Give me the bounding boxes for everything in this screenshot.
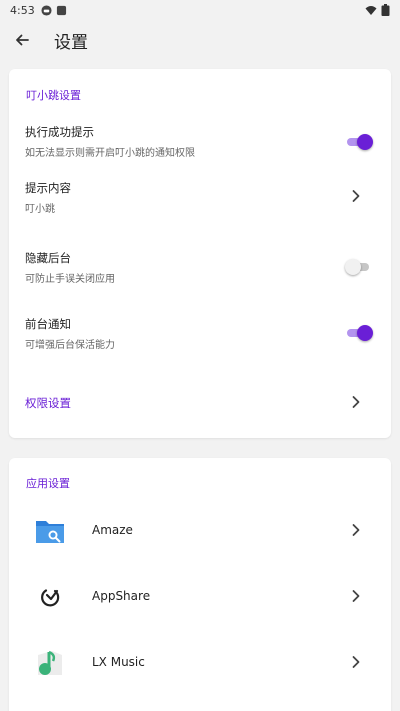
folder-search-icon [36,521,64,543]
foreground-notification-switch[interactable] [345,324,373,342]
row-title: 前台通知 [25,317,71,331]
game-controller-icon [41,4,52,16]
row-toast-content[interactable]: 提示内容 叮小跳 [9,175,391,237]
back-button[interactable] [2,20,42,60]
section-title-settings: 叮小跳设置 [26,89,81,102]
page-title: 设置 [54,32,88,53]
section-title-apps: 应用设置 [26,477,70,490]
battery-icon [381,4,390,16]
switch-thumb [357,325,373,341]
app-row-appshare[interactable]: AppShare [9,563,391,629]
music-icon [38,650,62,675]
chevron-right-icon [352,396,360,408]
app-row-amaze[interactable]: Amaze [9,497,391,563]
app-settings-card: 应用设置 Amaze AppShare LX Music [9,458,391,711]
row-subtitle: 叮小跳 [25,204,55,215]
row-title: 执行成功提示 [25,125,94,139]
row-hide-background[interactable]: 隐藏后台 可防止手误关闭应用 [9,237,391,303]
success-toast-switch[interactable] [345,133,373,151]
app-name: AppShare [92,589,151,603]
row-title: 隐藏后台 [25,251,71,265]
appshare-icon [41,589,60,607]
settings-card: 叮小跳设置 执行成功提示 如无法显示则需开启叮小跳的通知权限 提示内容 叮小跳 … [9,69,391,438]
row-title: 提示内容 [25,181,71,195]
chevron-right-icon [352,524,360,536]
app-name: Amaze [92,523,133,537]
switch-thumb [357,134,373,150]
notification-square-icon [56,5,66,15]
row-permission-settings[interactable]: 权限设置 [9,375,391,427]
status-bar: 4:53 [0,0,400,20]
arrow-left-icon [16,34,29,46]
chevron-right-icon [352,190,360,202]
app-name: LX Music [92,655,145,669]
row-subtitle: 可增强后台保活能力 [25,340,115,351]
row-subtitle: 如无法显示则需开启叮小跳的通知权限 [25,148,195,159]
switch-thumb [345,259,361,275]
chevron-right-icon [352,656,360,668]
app-row-lx-music[interactable]: LX Music [9,629,391,695]
chevron-right-icon [352,590,360,602]
row-subtitle: 可防止手误关闭应用 [25,274,115,285]
row-success-toast[interactable]: 执行成功提示 如无法显示则需开启叮小跳的通知权限 [9,113,391,175]
status-time: 4:53 [10,3,35,17]
wifi-icon [365,5,377,15]
hide-background-switch[interactable] [345,258,373,276]
app-bar: 设置 [0,20,400,60]
row-foreground-notification[interactable]: 前台通知 可增强后台保活能力 [9,303,391,369]
permission-settings-link: 权限设置 [25,396,71,410]
